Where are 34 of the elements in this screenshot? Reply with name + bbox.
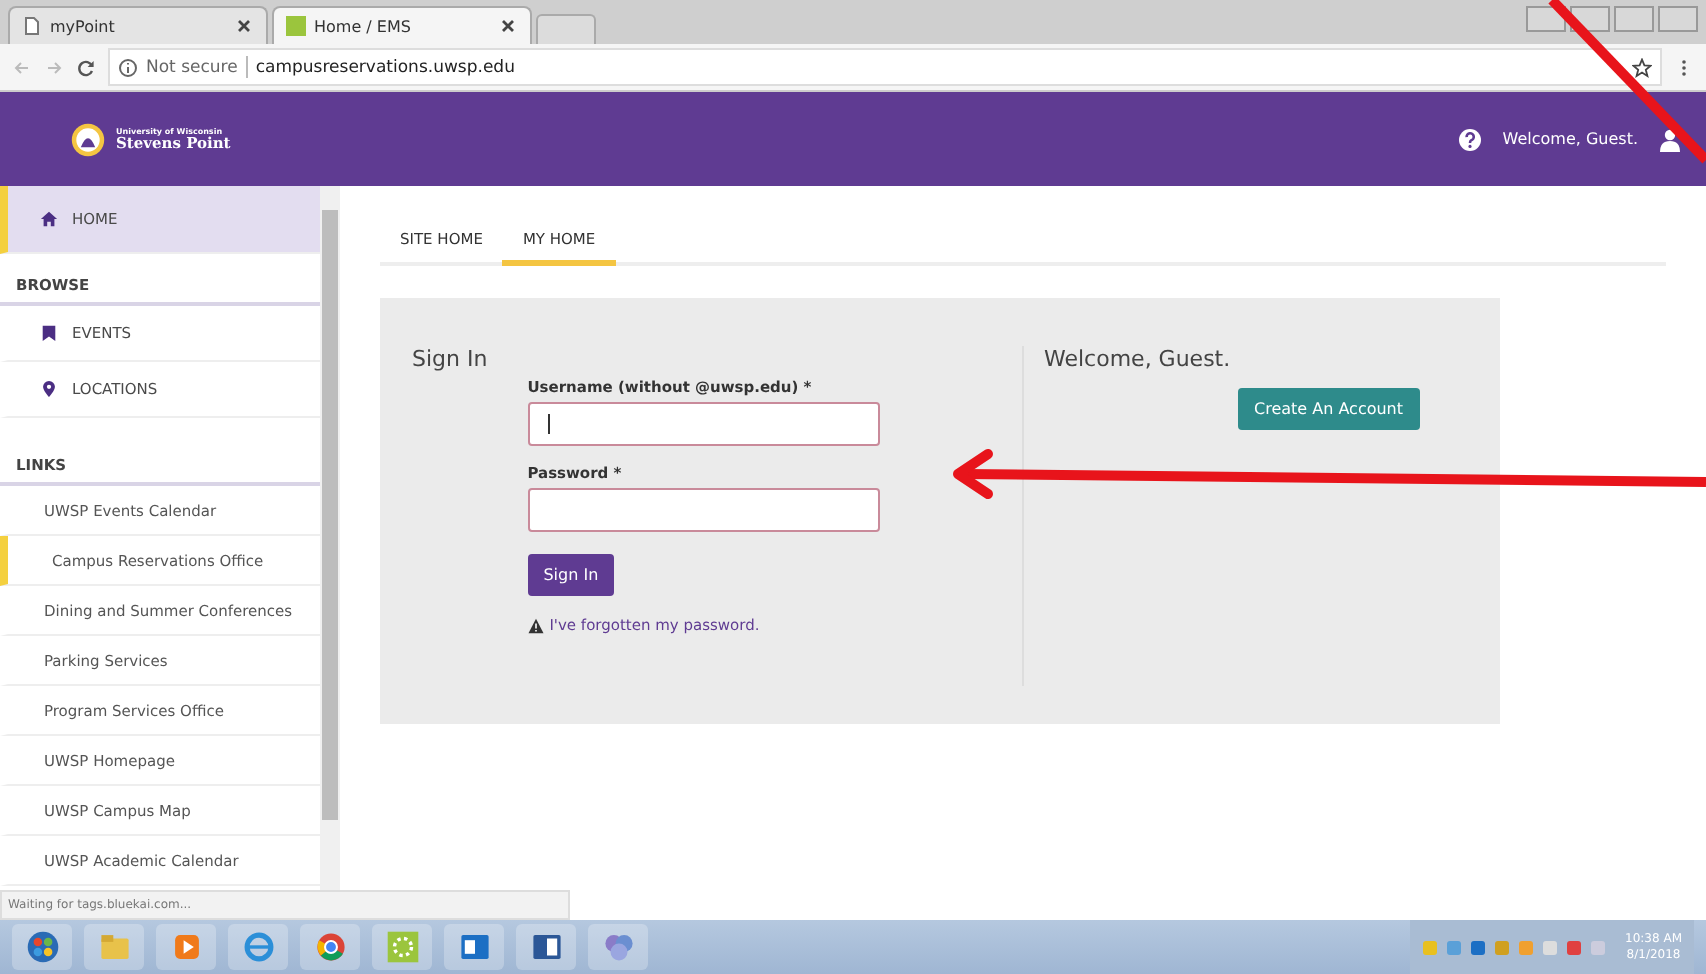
address-bar[interactable]: Not secure campusreservations.uwsp.edu bbox=[108, 48, 1662, 86]
url-text: campusreservations.uwsp.edu bbox=[255, 57, 515, 77]
bookmark-icon bbox=[40, 324, 58, 342]
info-icon[interactable] bbox=[118, 57, 138, 77]
page-icon bbox=[22, 16, 42, 36]
close-icon[interactable] bbox=[498, 16, 518, 36]
forward-icon[interactable] bbox=[44, 57, 64, 77]
welcome-text: Welcome, Guest. bbox=[1502, 130, 1638, 148]
start-icon[interactable] bbox=[12, 924, 72, 970]
user-icon[interactable] bbox=[1658, 127, 1682, 151]
browser-tab[interactable]: Home / EMS bbox=[272, 6, 532, 44]
sign-in-button[interactable]: Sign In bbox=[527, 554, 615, 596]
star-icon[interactable] bbox=[1632, 57, 1652, 77]
warning-icon bbox=[527, 617, 544, 633]
security-label: Not secure bbox=[146, 57, 238, 77]
university-seal-icon bbox=[70, 121, 106, 157]
folder-icon[interactable] bbox=[84, 924, 144, 970]
browser-tab[interactable]: myPoint bbox=[8, 6, 268, 44]
scrollbar[interactable] bbox=[320, 186, 340, 890]
chrome-browser-icon[interactable] bbox=[300, 924, 360, 970]
back-icon[interactable] bbox=[12, 57, 32, 77]
welcome-title: Welcome, Guest. bbox=[1044, 346, 1233, 372]
sign-in-title: Sign In bbox=[412, 346, 488, 376]
map-pin-icon bbox=[40, 380, 58, 398]
help-icon[interactable] bbox=[1458, 127, 1483, 151]
reload-icon[interactable] bbox=[76, 57, 96, 77]
password-field[interactable] bbox=[527, 488, 880, 532]
new-tab-button[interactable] bbox=[536, 14, 596, 44]
close-icon[interactable] bbox=[234, 16, 254, 36]
home-icon bbox=[40, 210, 58, 228]
username-field[interactable] bbox=[527, 402, 880, 446]
favicon bbox=[286, 16, 306, 36]
create-account-button[interactable]: Create An Account bbox=[1238, 388, 1420, 430]
media-player-icon[interactable] bbox=[156, 924, 216, 970]
